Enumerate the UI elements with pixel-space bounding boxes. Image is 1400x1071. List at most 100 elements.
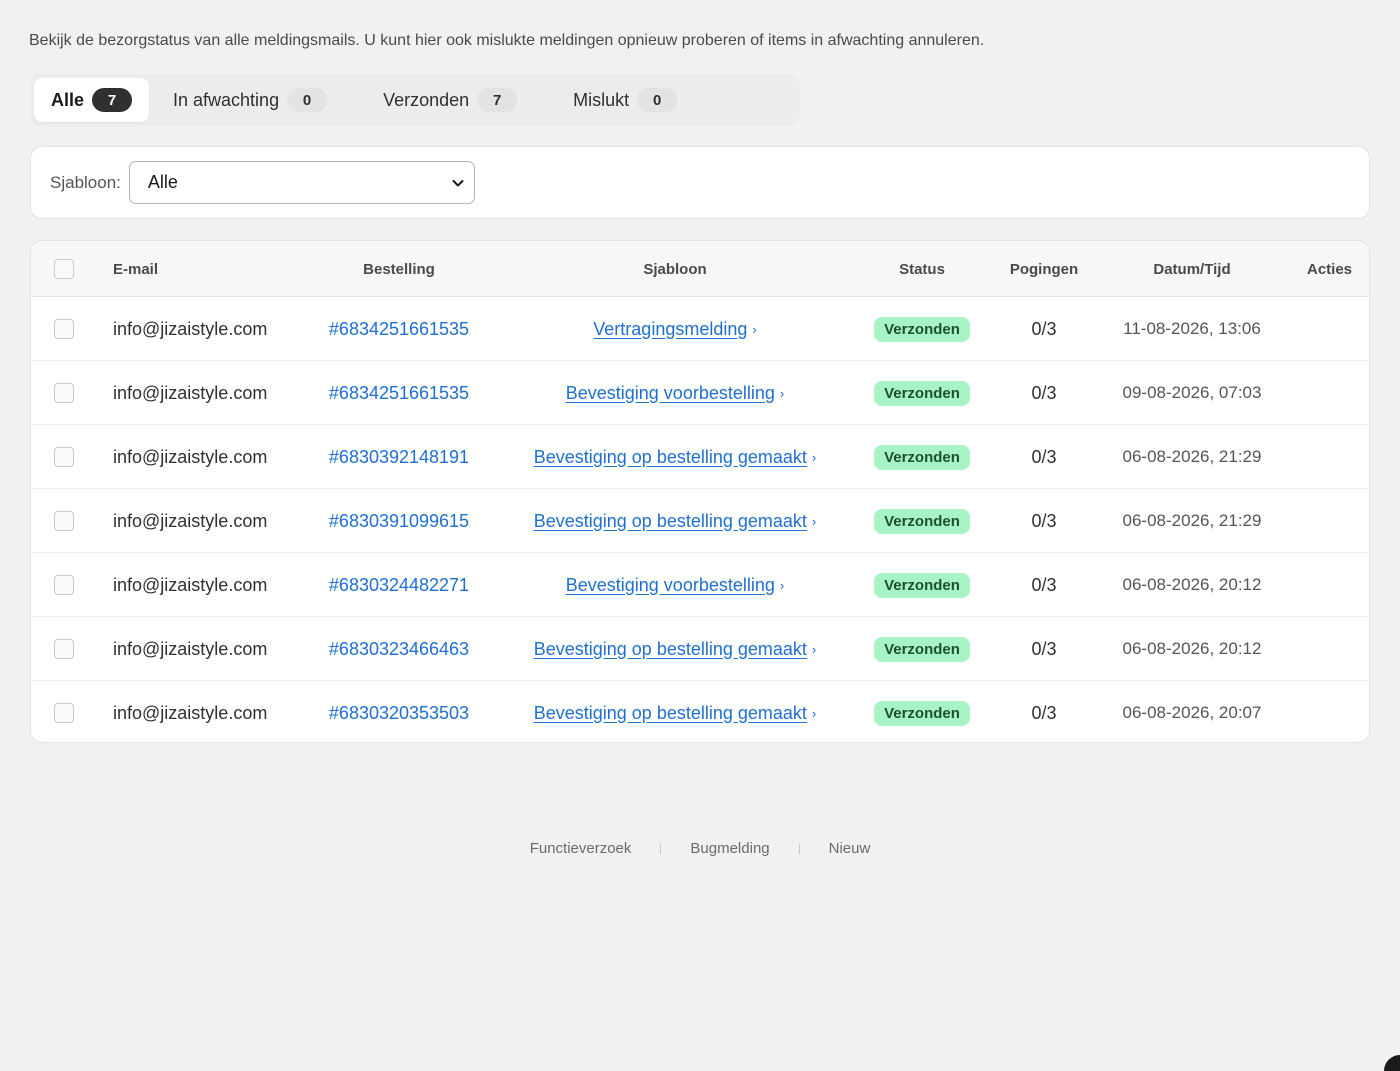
tab-label: Mislukt [573, 89, 630, 110]
row-attempts: 0/3 [1031, 638, 1057, 659]
table-row: info@jizaistyle.com #6834251661535 Vertrag… [31, 297, 1369, 361]
row-attempts: 0/3 [1031, 318, 1057, 339]
table-body: info@jizaistyle.com #6834251661535 Vertrag… [31, 297, 1369, 742]
row-status-cell: Verzonden [871, 297, 973, 361]
header-order: Bestelling [363, 260, 435, 278]
row-status-cell: Verzonden [871, 617, 973, 681]
row-email: info@jizaistyle.com [113, 318, 268, 339]
tab-count: 0 [637, 88, 678, 112]
template-link[interactable]: Bevestiging op bestelling gemaakt [534, 703, 807, 724]
row-select-cell [54, 617, 74, 681]
template-link[interactable]: Vertragingsmelding [593, 319, 747, 340]
table-row: info@jizaistyle.com #6830324482271 Bevesti… [31, 553, 1369, 617]
order-link[interactable]: #6834251661535 [329, 383, 469, 404]
header-datetime: Datum/Tijd [1153, 260, 1231, 278]
template-select[interactable]: Alle [128, 161, 475, 204]
row-email: info@jizaistyle.com [113, 702, 268, 723]
row-select-cell [54, 297, 74, 361]
tab-label: Alle [51, 89, 85, 110]
select-all-cell [54, 241, 74, 297]
row-datetime: 06-08-2026, 20:07 [1122, 703, 1262, 722]
tab-label: In afwachting [173, 89, 280, 110]
row-template-cell: Bevestiging op bestelling gemaakt › [525, 681, 825, 742]
chevron-right-icon: › [752, 321, 757, 337]
tab-mislukt[interactable]: Mislukt 0 [556, 78, 694, 122]
order-link[interactable]: #6830392148191 [329, 447, 469, 468]
tab-count: 7 [92, 88, 133, 112]
header-email: E-mail [113, 260, 159, 278]
status-badge: Verzonden [874, 316, 970, 342]
row-checkbox[interactable] [54, 447, 74, 467]
status-badge: Verzonden [874, 508, 970, 534]
row-order-cell: #6830391099615 [299, 489, 499, 553]
table-row: info@jizaistyle.com #6830391099615 Bevesti… [31, 489, 1369, 553]
row-attempts: 0/3 [1031, 446, 1057, 467]
order-link[interactable]: #6834251661535 [329, 319, 469, 340]
table-header: E-mail Bestelling Sjabloon Status Poging… [31, 241, 1369, 297]
row-checkbox[interactable] [54, 639, 74, 659]
row-checkbox[interactable] [54, 319, 74, 339]
order-link[interactable]: #6830324482271 [329, 575, 469, 596]
tab-count: 7 [477, 88, 518, 112]
row-order-cell: #6830320353503 [299, 681, 499, 742]
footer-link-feature-request[interactable]: Functieverzoek [530, 840, 632, 857]
order-link[interactable]: #6830320353503 [329, 703, 469, 724]
row-attempts: 0/3 [1031, 574, 1057, 595]
template-link[interactable]: Bevestiging op bestelling gemaakt [534, 639, 807, 660]
footer-link-bug-report[interactable]: Bugmelding [690, 840, 769, 857]
status-badge: Verzonden [874, 444, 970, 470]
row-select-cell [54, 553, 74, 617]
chevron-down-icon [452, 179, 464, 186]
row-datetime: 06-08-2026, 21:29 [1122, 447, 1262, 466]
tab-alle[interactable]: Alle 7 [34, 78, 150, 122]
chevron-right-icon: › [779, 385, 785, 401]
row-datetime: 09-08-2026, 07:03 [1122, 383, 1262, 402]
row-template-cell: Vertragingsmelding › [525, 297, 825, 361]
row-checkbox[interactable] [54, 383, 74, 403]
status-tabs: Alle 7 In afwachting 0 Verzonden 7 Mislu… [30, 74, 800, 126]
chevron-right-icon: › [811, 705, 817, 721]
footer-divider [16, 820, 1384, 821]
row-checkbox[interactable] [54, 703, 74, 723]
row-datetime: 11-08-2026, 13:06 [1123, 319, 1261, 338]
tab-label: Verzonden [383, 89, 470, 110]
row-select-cell [54, 681, 74, 742]
status-badge: Verzonden [874, 700, 970, 726]
footer: Functieverzoek Bugmelding Nieuw [0, 840, 1400, 857]
template-link[interactable]: Bevestiging op bestelling gemaakt [534, 447, 807, 468]
row-order-cell: #6834251661535 [299, 297, 499, 361]
template-link[interactable]: Bevestiging op bestelling gemaakt [534, 511, 807, 532]
row-status-cell: Verzonden [871, 361, 973, 425]
row-checkbox[interactable] [54, 511, 74, 531]
row-datetime: 06-08-2026, 21:29 [1122, 511, 1262, 530]
order-link[interactable]: #6830391099615 [329, 511, 469, 532]
row-template-cell: Bevestiging op bestelling gemaakt › [525, 617, 825, 681]
row-datetime: 06-08-2026, 20:12 [1122, 639, 1262, 658]
filter-card: Sjabloon: Alle [30, 146, 1370, 219]
table-row: info@jizaistyle.com #6834251661535 Bevesti… [31, 361, 1369, 425]
template-link[interactable]: Bevestiging voorbestelling [566, 575, 775, 596]
row-attempts: 0/3 [1031, 702, 1057, 723]
template-filter-label: Sjabloon: [50, 172, 121, 192]
select-all-checkbox[interactable] [54, 259, 74, 279]
header-attempts: Pogingen [1009, 260, 1079, 278]
footer-link-new[interactable]: Nieuw [829, 840, 871, 857]
template-link[interactable]: Bevestiging voorbestelling [566, 383, 775, 404]
row-order-cell: #6830323466463 [299, 617, 499, 681]
row-attempts: 0/3 [1031, 510, 1057, 531]
tab-verzonden[interactable]: Verzonden 7 [366, 78, 534, 122]
row-select-cell [54, 425, 74, 489]
footer-separator [660, 843, 662, 854]
row-email: info@jizaistyle.com [113, 574, 268, 595]
chevron-right-icon: › [811, 641, 817, 657]
chevron-right-icon: › [779, 577, 785, 593]
table-row: info@jizaistyle.com #6830392148191 Bevesti… [31, 425, 1369, 489]
order-link[interactable]: #6830323466463 [329, 639, 469, 660]
row-email: info@jizaistyle.com [113, 510, 268, 531]
row-checkbox[interactable] [54, 575, 74, 595]
tab-in-afwachting[interactable]: In afwachting 0 [156, 78, 344, 122]
header-actions: Acties [1307, 260, 1353, 278]
status-badge: Verzonden [874, 636, 970, 662]
template-select-value: Alle [147, 172, 178, 192]
row-datetime: 06-08-2026, 20:12 [1122, 575, 1262, 594]
